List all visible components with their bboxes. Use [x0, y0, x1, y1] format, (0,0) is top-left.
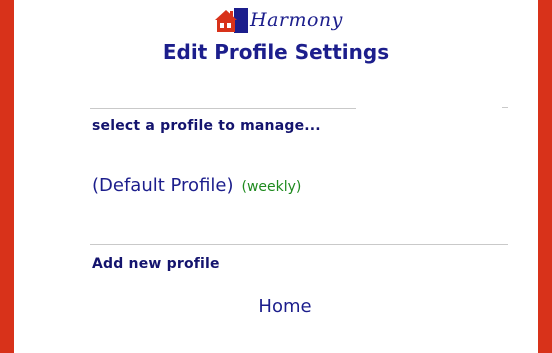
profile-frequency: (weekly)	[241, 179, 302, 195]
default-profile-link[interactable]: (Default Profile)	[92, 175, 234, 196]
house-icon	[215, 8, 248, 33]
harmony-logo: Harmony	[214, 6, 343, 34]
select-profile-label: select a profile to manage...	[92, 118, 321, 134]
divider	[90, 244, 508, 245]
profile-item: (Default Profile) (weekly)	[92, 175, 301, 196]
page-title: Edit Profile Settings	[162, 40, 390, 64]
add-new-profile-link[interactable]: Add new profile	[92, 256, 220, 272]
header: Harmony Edit Profile Settings	[14, 0, 538, 80]
logo-text: Harmony	[250, 9, 343, 31]
divider	[502, 107, 508, 108]
divider	[90, 108, 356, 109]
home-link[interactable]: Home	[0, 296, 552, 317]
